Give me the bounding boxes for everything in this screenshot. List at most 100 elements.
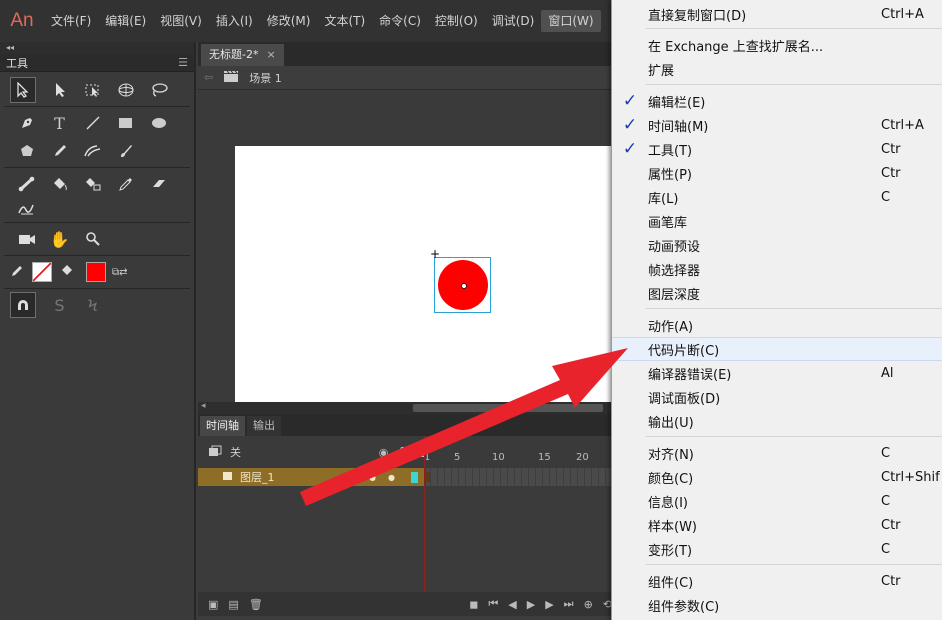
menu-item-extensions[interactable]: 扩展 — [612, 57, 942, 81]
red-circle-shape[interactable]: + — [430, 248, 491, 313]
menu-text[interactable]: 文本(T) — [317, 10, 372, 32]
menu-item-find-extensions[interactable]: 在 Exchange 上查找扩展名... — [612, 33, 942, 57]
pen-tool-icon[interactable] — [10, 110, 43, 136]
lasso-tool-icon[interactable] — [142, 77, 175, 103]
width-tool-icon[interactable] — [10, 196, 43, 222]
step-back-icon[interactable]: ◀ — [508, 598, 516, 611]
fill-color-swatch[interactable] — [86, 262, 106, 282]
menu-item-tools[interactable]: ✓ 工具(T) Ctr — [612, 137, 942, 161]
menu-item-layer-depth[interactable]: 图层深度 — [612, 281, 942, 305]
menu-commands[interactable]: 命令(C) — [372, 10, 428, 32]
menu-item-properties[interactable]: 属性(P) Ctr — [612, 161, 942, 185]
transform-center-icon[interactable] — [461, 283, 467, 289]
menu-item-info[interactable]: 信息(I) C — [612, 489, 942, 513]
stage-area[interactable]: + — [198, 91, 612, 402]
menu-insert[interactable]: 插入(I) — [209, 10, 260, 32]
layer-outline-color-icon[interactable] — [411, 471, 418, 483]
menu-item-library[interactable]: 库(L) C — [612, 185, 942, 209]
panel-menu-icon[interactable]: ☰ — [178, 56, 188, 69]
menu-item-component-parameters[interactable]: 组件参数(C) — [612, 593, 942, 617]
playhead[interactable] — [424, 436, 426, 592]
oval-tool-icon[interactable] — [142, 110, 175, 136]
camera-toggle-icon[interactable]: ◼ — [469, 598, 478, 611]
menu-item-swatches[interactable]: 样本(W) Ctr — [612, 513, 942, 537]
menu-item-components[interactable]: 组件(C) Ctr — [612, 569, 942, 593]
camera-tool-icon[interactable] — [10, 226, 43, 252]
stage-canvas[interactable] — [235, 146, 612, 402]
layer-lock-dot-icon[interactable]: ● — [388, 473, 395, 482]
paint-bucket-tool-icon[interactable] — [43, 171, 76, 197]
ink-bottle-tool-icon[interactable] — [76, 171, 109, 197]
eraser-tool-icon[interactable] — [142, 171, 175, 197]
free-transform-tool-icon[interactable] — [76, 77, 109, 103]
menu-item-edit-bar[interactable]: ✓ 编辑栏(E) — [612, 89, 942, 113]
new-layer-icon[interactable]: ▣ — [208, 598, 218, 611]
menu-edit[interactable]: 编辑(E) — [98, 10, 153, 32]
close-tab-icon[interactable]: × — [266, 44, 275, 66]
timeline-ruler[interactable]: 1 5 10 15 20 — [424, 436, 612, 468]
menu-item-align[interactable]: 对齐(N) C — [612, 441, 942, 465]
menu-item-output[interactable]: 输出(U) — [612, 409, 942, 433]
menu-modify[interactable]: 修改(M) — [260, 10, 318, 32]
zoom-tool-icon[interactable] — [76, 226, 109, 252]
step-forward-icon[interactable]: ▶ — [545, 598, 553, 611]
hand-tool-icon[interactable]: ✋ — [43, 226, 76, 252]
menu-item-duplicate-window[interactable]: 直接复制窗口(D) Ctrl+A — [612, 2, 942, 26]
menu-item-compiler-errors[interactable]: 编译器错误(E) Al — [612, 361, 942, 385]
snap-to-objects-icon[interactable] — [10, 292, 36, 318]
stage-horizontal-scrollbar[interactable]: ◂ — [198, 401, 612, 414]
layer-row[interactable]: 图层_1 ● ● — [198, 468, 612, 486]
document-tab[interactable]: 无标题-2* × — [201, 44, 284, 66]
3d-rotation-tool-icon[interactable] — [109, 77, 142, 103]
new-folder-icon[interactable]: ▤ — [228, 598, 238, 611]
layer-name[interactable]: 图层_1 — [240, 469, 275, 485]
pencil-tool-icon[interactable] — [43, 138, 76, 164]
menu-item-shortcut: C — [881, 493, 891, 509]
text-tool-icon[interactable]: T — [43, 110, 76, 136]
menu-view[interactable]: 视图(V) — [153, 10, 209, 32]
stroke-color-swatch[interactable] — [32, 262, 52, 282]
lock-all-layers-icon[interactable]: 🔒 — [396, 446, 410, 459]
swap-colors-icon[interactable]: ⧉⇄ — [112, 267, 128, 278]
menu-window[interactable]: 窗口(W) — [541, 10, 601, 32]
tab-timeline[interactable]: 时间轴 — [200, 416, 245, 436]
menu-item-transform[interactable]: 变形(T) C — [612, 537, 942, 561]
center-frame-icon[interactable]: ⊕ — [584, 598, 593, 611]
play-icon[interactable]: ▶ — [527, 598, 535, 611]
bone-tool-icon[interactable] — [10, 171, 43, 197]
first-frame-icon[interactable]: ⏮ — [488, 597, 498, 611]
menu-control[interactable]: 控制(O) — [428, 10, 485, 32]
layer-frames[interactable] — [424, 468, 612, 486]
collapse-panel-button[interactable]: ◂◂ — [0, 42, 194, 54]
tab-output[interactable]: 输出 — [247, 416, 281, 436]
delete-layer-icon[interactable]: 🗑 — [249, 598, 263, 611]
back-arrow-icon[interactable]: ⇦ — [204, 71, 213, 84]
smooth-icon[interactable]: S — [43, 292, 76, 318]
selection-tool-icon[interactable] — [10, 77, 36, 103]
paint-brush-tool-icon[interactable] — [76, 138, 109, 164]
brush-tool-icon[interactable] — [109, 138, 142, 164]
straighten-icon[interactable]: Ϟ — [76, 292, 109, 318]
subselection-tool-icon[interactable] — [43, 77, 76, 103]
menu-item-motion-presets[interactable]: 动画预设 — [612, 233, 942, 257]
menu-item-timeline[interactable]: ✓ 时间轴(M) Ctrl+A — [612, 113, 942, 137]
menu-debug[interactable]: 调试(D) — [485, 10, 542, 32]
line-tool-icon[interactable] — [76, 110, 109, 136]
menu-item-actions[interactable]: 动作(A) — [612, 313, 942, 337]
menu-item-code-snippets[interactable]: 代码片断(C) — [612, 337, 942, 361]
eyedropper-tool-icon[interactable] — [109, 171, 142, 197]
menu-item-brush-library[interactable]: 画笔库 — [612, 209, 942, 233]
show-all-layers-icon[interactable]: ◉ — [379, 446, 389, 459]
scrollbar-thumb[interactable] — [413, 404, 603, 412]
polystar-tool-icon[interactable] — [10, 138, 43, 164]
menu-item-debug-panels[interactable]: 调试面板(D) — [612, 385, 942, 409]
scroll-left-icon[interactable]: ◂ — [201, 401, 206, 411]
layer-name-cell[interactable]: 图层_1 ● ● — [198, 468, 424, 486]
menu-item-frame-picker[interactable]: 帧选择器 — [612, 257, 942, 281]
last-frame-icon[interactable]: ⏭ — [564, 597, 574, 611]
menu-file[interactable]: 文件(F) — [44, 10, 98, 32]
menu-item-color[interactable]: 颜色(C) Ctrl+Shif — [612, 465, 942, 489]
scene-name[interactable]: 场景 1 — [249, 70, 282, 86]
layer-visible-dot-icon[interactable]: ● — [369, 473, 376, 482]
rectangle-tool-icon[interactable] — [109, 110, 142, 136]
